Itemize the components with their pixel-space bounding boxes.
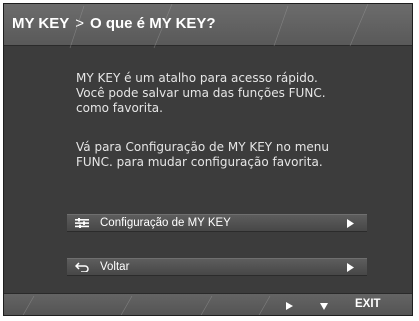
back-arrow-icon	[74, 262, 90, 272]
settings-sliders-icon	[74, 218, 90, 228]
chevron-right-icon	[347, 262, 357, 272]
button-guide-bar: EXIT	[4, 293, 412, 315]
page-title: O que é MY KEY?	[90, 15, 216, 32]
content-panel: MY KEY é um atalho para acesso rápido. V…	[4, 46, 412, 296]
play-right-icon[interactable]	[286, 300, 293, 313]
osd-window: MY KEY > O que é MY KEY? MY KEY é um atalh…	[3, 3, 413, 316]
exit-button[interactable]: EXIT	[355, 298, 381, 310]
triangle-down-icon[interactable]	[320, 300, 328, 313]
chevron-right-icon	[347, 218, 357, 228]
menu-item-label: Voltar	[100, 261, 130, 273]
menu-item-label: Configuração de MY KEY	[100, 217, 231, 229]
menu-item-mykey-settings[interactable]: Configuração de MY KEY	[67, 214, 367, 232]
breadcrumb-separator: >	[75, 15, 85, 32]
title-bar: MY KEY > O que é MY KEY?	[4, 4, 412, 46]
breadcrumb-parent: MY KEY	[12, 15, 70, 32]
menu-item-back[interactable]: Voltar	[67, 258, 367, 276]
description-paragraph-2: Vá para Configuração de MY KEY no menu F…	[76, 140, 329, 169]
description-paragraph-1: MY KEY é um atalho para acesso rápido. V…	[76, 71, 326, 115]
